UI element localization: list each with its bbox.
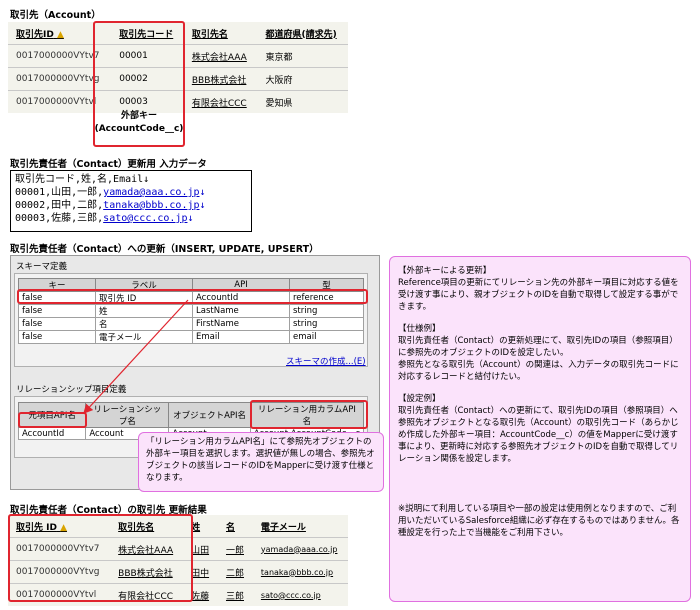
result-email-link[interactable]: tanaka@bbb.co.jp <box>252 560 348 584</box>
arrow-line <box>83 299 189 414</box>
result-email-header[interactable]: 電子メール <box>253 515 348 538</box>
result-first-link[interactable]: 三郎 <box>217 583 253 606</box>
result-first-header[interactable]: 名 <box>218 515 253 538</box>
result-account-highlight <box>8 514 193 602</box>
result-first-link[interactable]: 二郎 <box>217 560 253 584</box>
result-email-link[interactable]: sato@ccc.co.jp <box>252 583 348 606</box>
result-email-link[interactable]: yamada@aaa.co.jp <box>252 537 348 561</box>
note-paragraph: 取引先責任者（Contact）の更新処理にて、取引先IDの項目（参照項目）に参照… <box>398 336 678 358</box>
result-first-link[interactable]: 一郎 <box>217 537 253 561</box>
note-heading-setting: 【設定例】 <box>398 394 441 404</box>
explanation-text: 【外部キーによる更新】 Reference項目の更新にてリレーション先の外部キー… <box>390 257 690 547</box>
callout-text: 「リレーション用カラムAPI名」にて参照先オブジェクトの外部キー項目を選択します… <box>146 437 375 483</box>
note-heading-fk: 【外部キーによる更新】 <box>398 266 492 276</box>
note-paragraph: 参照先となる取引先（Account）の関連は、入力データの取引先コードに対応する… <box>398 360 679 382</box>
explanation-note: 【外部キーによる更新】 Reference項目の更新にてリレーション先の外部キー… <box>389 256 691 602</box>
note-paragraph: 取引先責任者（Contact）への更新にて、取引先IDの項目（参照項目）へ参照先… <box>398 406 679 464</box>
note-paragraph: Reference項目の更新にてリレーション先の外部キー項目に対応する値を受け渡… <box>398 278 679 312</box>
callout-box: 「リレーション用カラムAPI名」にて参照先オブジェクトの外部キー項目を選択します… <box>138 432 384 492</box>
note-disclaimer: ※説明にて利用している項目や一部の設定は使用例となりますので、ご利用いただいてい… <box>398 504 680 538</box>
note-heading-spec: 【仕様例】 <box>398 324 441 334</box>
